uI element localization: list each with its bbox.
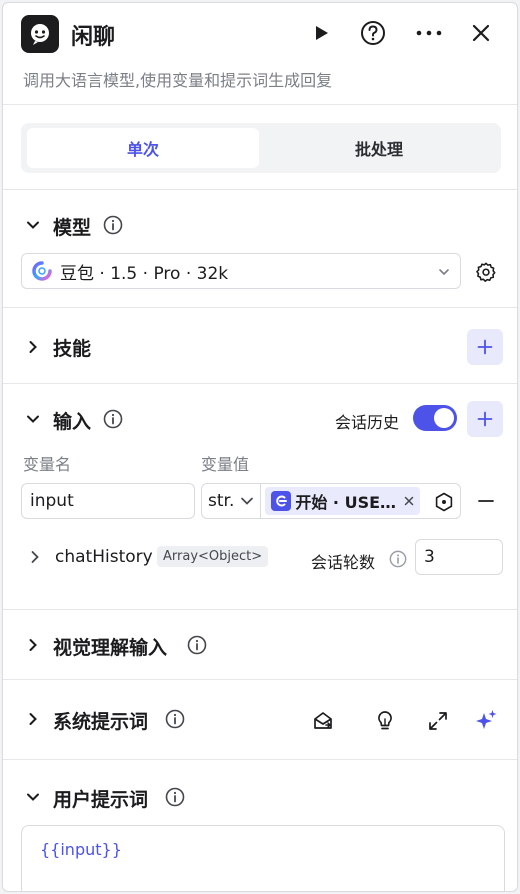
bot-face-icon bbox=[31, 24, 49, 45]
ai-optimize-button[interactable] bbox=[473, 708, 499, 734]
add-skill-button[interactable] bbox=[467, 329, 503, 365]
chevron-right-icon bbox=[29, 713, 37, 725]
vision-section-title: 视觉理解输入 bbox=[53, 637, 168, 659]
col-header-var-name: 变量名 bbox=[23, 455, 72, 474]
skills-section-title: 技能 bbox=[53, 338, 92, 360]
model-select[interactable]: 豆包 · 1.5 · Pro · 32k bbox=[21, 253, 461, 289]
skills-collapse-toggle[interactable] bbox=[25, 339, 41, 359]
divider bbox=[3, 609, 517, 610]
separator bbox=[260, 484, 262, 518]
toggle-knob bbox=[434, 408, 454, 428]
model-collapse-toggle[interactable] bbox=[25, 217, 41, 237]
chat-history-type-badge: Array<Object> bbox=[157, 546, 269, 567]
info-icon bbox=[165, 709, 185, 729]
system-prompt-section-title: 系统提示词 bbox=[53, 711, 149, 733]
rounds-input[interactable]: 3 bbox=[415, 539, 503, 575]
close-icon[interactable] bbox=[404, 496, 414, 506]
info-icon bbox=[165, 787, 185, 807]
expand-prompt-button[interactable] bbox=[427, 710, 449, 732]
chat-bot-logo bbox=[21, 15, 59, 53]
divider bbox=[3, 759, 517, 760]
divider bbox=[3, 679, 517, 680]
divider bbox=[3, 383, 517, 384]
plus-icon bbox=[477, 411, 493, 427]
mode-tabs: 单次 批处理 bbox=[21, 123, 501, 173]
chevron-down-icon bbox=[27, 221, 39, 229]
tab-single[interactable]: 单次 bbox=[27, 128, 259, 168]
reference-label: 开始 · USE… bbox=[295, 493, 397, 512]
prompt-tips-button[interactable] bbox=[373, 709, 397, 733]
model-settings-button[interactable] bbox=[475, 261, 497, 283]
minus-icon bbox=[478, 500, 494, 502]
info-icon bbox=[103, 215, 123, 235]
chat-history-var-name: chatHistory bbox=[55, 547, 153, 567]
variable-reference-tag[interactable]: 开始 · USE… bbox=[265, 487, 421, 515]
rounds-info[interactable] bbox=[389, 550, 407, 572]
node-config-panel: 闲聊 调用大语言模型,使用变量和提示词生成回复 单次 批处理 模型 豆包 · 1… bbox=[2, 2, 518, 892]
play-icon bbox=[316, 26, 328, 40]
inputs-collapse-toggle[interactable] bbox=[25, 411, 41, 431]
add-input-button[interactable] bbox=[467, 401, 503, 437]
user-prompt-info[interactable] bbox=[165, 787, 185, 811]
rounds-label: 会话轮数 bbox=[311, 553, 376, 572]
chat-history-toggle[interactable] bbox=[413, 405, 457, 431]
start-node-icon bbox=[271, 491, 292, 511]
system-prompt-info[interactable] bbox=[165, 709, 185, 733]
close-icon bbox=[472, 24, 490, 42]
plus-icon bbox=[477, 339, 493, 355]
model-info[interactable] bbox=[103, 215, 123, 239]
prompt-library-button[interactable] bbox=[311, 709, 335, 733]
doubao-model-icon bbox=[32, 261, 52, 281]
chevron-right-icon bbox=[29, 341, 37, 353]
var-type-select[interactable]: str. bbox=[208, 491, 234, 511]
remove-input-button[interactable] bbox=[477, 493, 495, 509]
more-icon bbox=[416, 30, 442, 36]
node-title: 闲聊 bbox=[71, 25, 116, 50]
user-prompt-content: {{input}} bbox=[40, 840, 122, 859]
inputs-section-title: 输入 bbox=[53, 411, 92, 433]
sparkle-icon bbox=[476, 710, 497, 729]
system-prompt-collapse-toggle[interactable] bbox=[25, 711, 41, 731]
more-button[interactable] bbox=[413, 17, 445, 49]
divider bbox=[3, 189, 517, 190]
info-icon bbox=[103, 409, 123, 429]
chevron-right-icon bbox=[31, 551, 39, 563]
info-icon bbox=[187, 635, 207, 655]
col-header-var-value: 变量值 bbox=[201, 455, 250, 474]
user-prompt-collapse-toggle[interactable] bbox=[25, 789, 41, 809]
node-description: 调用大语言模型,使用变量和提示词生成回复 bbox=[23, 71, 333, 90]
var-name-input[interactable]: input bbox=[21, 483, 195, 519]
tab-batch[interactable]: 批处理 bbox=[263, 128, 495, 168]
info-icon bbox=[389, 550, 407, 568]
chevron-down-icon bbox=[27, 793, 39, 801]
prompt-library-icon bbox=[314, 712, 332, 729]
divider bbox=[3, 307, 517, 308]
expand-icon bbox=[429, 712, 447, 730]
variable-reference-icon[interactable] bbox=[434, 492, 454, 512]
close-button[interactable] bbox=[465, 17, 497, 49]
chevron-down-icon bbox=[27, 415, 39, 423]
vision-info[interactable] bbox=[187, 635, 207, 659]
user-prompt-editor[interactable]: {{input}} bbox=[21, 825, 505, 891]
inputs-info[interactable] bbox=[103, 409, 123, 433]
chevron-down-icon bbox=[241, 497, 254, 505]
chat-history-expand[interactable] bbox=[29, 549, 41, 568]
chevron-down-icon bbox=[439, 269, 449, 276]
lightbulb-icon bbox=[378, 711, 392, 730]
run-button[interactable] bbox=[305, 17, 337, 49]
chevron-right-icon bbox=[29, 639, 37, 651]
model-section-title: 模型 bbox=[53, 217, 92, 239]
chat-history-label: 会话历史 bbox=[335, 413, 400, 432]
help-button[interactable] bbox=[357, 17, 389, 49]
gear-icon bbox=[476, 262, 496, 282]
user-prompt-section-title: 用户提示词 bbox=[53, 789, 149, 811]
var-value-field: str. 开始 · USE… bbox=[201, 483, 461, 519]
model-selected-label: 豆包 · 1.5 · Pro · 32k bbox=[60, 263, 229, 284]
divider bbox=[3, 104, 517, 105]
vision-collapse-toggle[interactable] bbox=[25, 637, 41, 657]
help-icon bbox=[361, 21, 385, 45]
